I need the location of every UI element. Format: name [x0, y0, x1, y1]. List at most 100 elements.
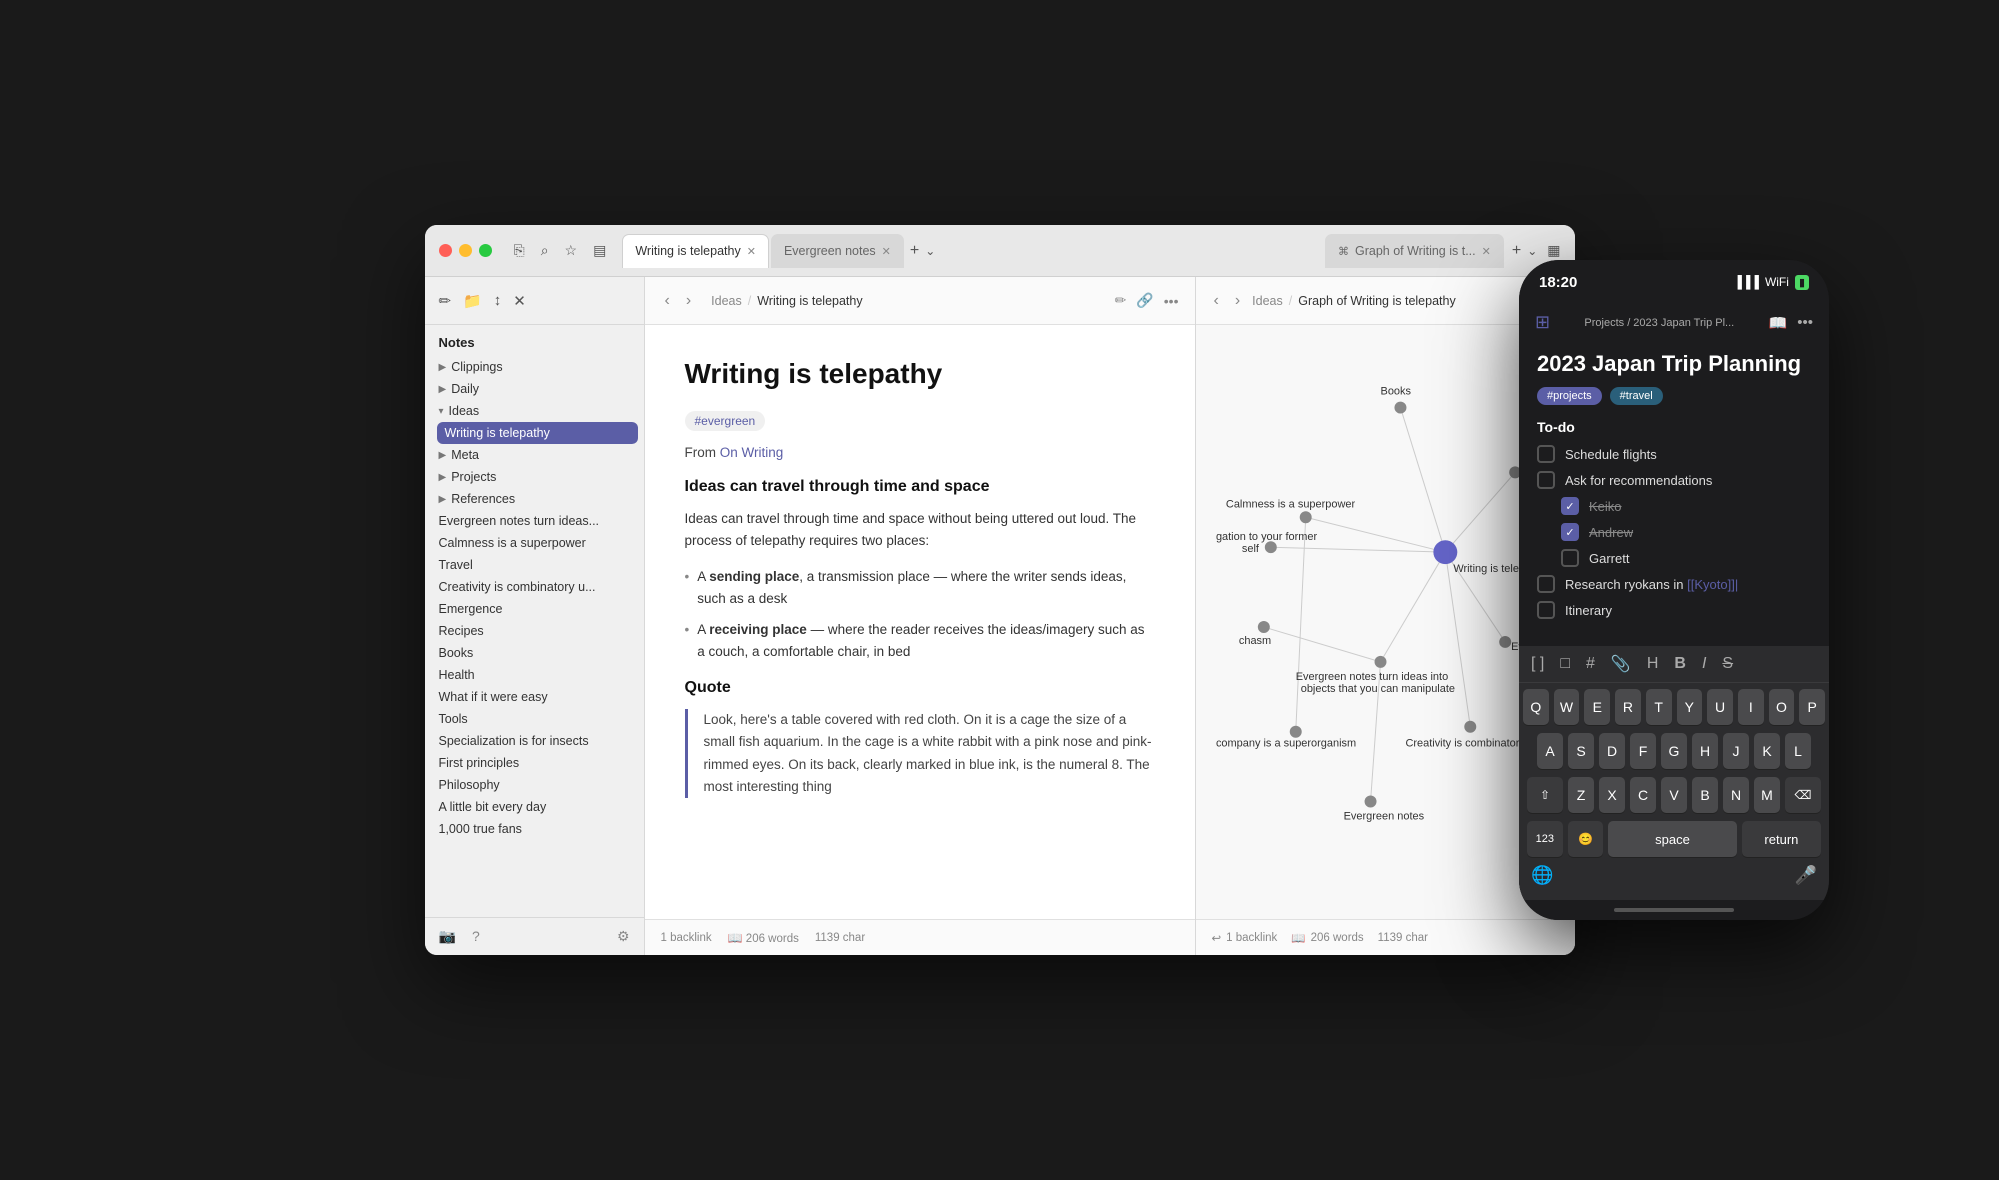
kbd-bracket-icon[interactable]: [ ] — [1531, 655, 1544, 673]
key-y[interactable]: Y — [1677, 689, 1703, 725]
todo-schedule-flights[interactable]: Schedule flights — [1537, 445, 1811, 463]
todo-andrew[interactable]: ✓ Andrew — [1537, 523, 1811, 541]
key-r[interactable]: R — [1615, 689, 1641, 725]
sidebar-item-philosophy[interactable]: Philosophy — [425, 774, 644, 796]
sidebar-item-travel[interactable]: Travel — [425, 554, 644, 576]
key-q[interactable]: Q — [1523, 689, 1549, 725]
key-f[interactable]: F — [1630, 733, 1656, 769]
sort-icon[interactable]: ↕ — [494, 292, 502, 309]
graph-node-everything[interactable] — [1499, 636, 1511, 648]
graph-node-writing[interactable] — [1433, 540, 1457, 564]
search-icon[interactable]: ⌕ — [541, 242, 549, 259]
todo-ryokans[interactable]: Research ryokans in [[Kyoto]]| — [1537, 575, 1811, 593]
todo-checkbox-checked[interactable]: ✓ — [1561, 523, 1579, 541]
todo-checkbox[interactable] — [1537, 471, 1555, 489]
key-x[interactable]: X — [1599, 777, 1625, 813]
sidebar-item-1000fans[interactable]: 1,000 true fans — [425, 818, 644, 840]
sidebar-item-firstprinciples[interactable]: First principles — [425, 752, 644, 774]
graph-node-evernote[interactable] — [1364, 796, 1376, 808]
key-n[interactable]: N — [1723, 777, 1749, 813]
edit-icon[interactable]: ✏ — [1115, 292, 1127, 309]
phone-tag-projects[interactable]: #projects — [1537, 387, 1602, 405]
sidebar-item-evergreen[interactable]: Evergreen notes turn ideas... — [425, 510, 644, 532]
layout-icon[interactable]: ▦ — [1547, 242, 1560, 259]
sidebar-item-health[interactable]: Health — [425, 664, 644, 686]
phone-book-icon[interactable]: 📖 — [1769, 314, 1788, 332]
key-p[interactable]: P — [1799, 689, 1825, 725]
key-t[interactable]: T — [1646, 689, 1672, 725]
folder-open-icon[interactable]: 📁 — [463, 292, 482, 310]
sidebar-item-littlebit[interactable]: A little bit every day — [425, 796, 644, 818]
sidebar-item-tools[interactable]: Tools — [425, 708, 644, 730]
link-icon[interactable]: 🔗 — [1136, 292, 1153, 309]
tab-close-icon[interactable]: ✕ — [747, 245, 756, 258]
todo-checkbox[interactable] — [1561, 549, 1579, 567]
kbd-file-icon[interactable]: □ — [1560, 655, 1570, 673]
key-emoji[interactable]: 😊 — [1568, 821, 1604, 857]
kbd-tag-icon[interactable]: # — [1586, 655, 1595, 673]
todo-recommendations[interactable]: Ask for recommendations — [1537, 471, 1811, 489]
sidebar-settings-icon[interactable]: ⚙ — [617, 928, 630, 945]
kbd-attach-icon[interactable]: 📎 — [1611, 654, 1631, 674]
phone-tag-travel[interactable]: #travel — [1610, 387, 1663, 405]
more-icon[interactable]: ••• — [1164, 293, 1179, 309]
graph-back-button[interactable]: ‹ — [1210, 288, 1223, 314]
graph-forward-button[interactable]: › — [1231, 288, 1244, 314]
graph-node-company[interactable] — [1289, 726, 1301, 738]
key-c[interactable]: C — [1630, 777, 1656, 813]
key-o[interactable]: O — [1769, 689, 1795, 725]
key-shift[interactable]: ⇧ — [1527, 777, 1563, 813]
sidebar-item-recipes[interactable]: Recipes — [425, 620, 644, 642]
backlinks-count[interactable]: 1 backlink — [661, 932, 712, 944]
key-space[interactable]: space — [1608, 821, 1737, 857]
sidebar-item-specialization[interactable]: Specialization is for insects — [425, 730, 644, 752]
key-mic[interactable]: 🎤 — [1795, 865, 1817, 886]
todo-checkbox-checked[interactable]: ✓ — [1561, 497, 1579, 515]
tab-close-icon[interactable]: ✕ — [882, 245, 891, 258]
compose-icon[interactable]: ✏ — [439, 292, 452, 310]
graph-tab-close-icon[interactable]: ✕ — [1482, 245, 1491, 258]
sidebar-camera-icon[interactable]: 📷 — [439, 928, 456, 945]
todo-keiko[interactable]: ✓ Keiko — [1537, 497, 1811, 515]
graph-breadcrumb-parent[interactable]: Ideas — [1252, 294, 1283, 308]
kbd-bold-icon[interactable]: B — [1674, 655, 1686, 673]
sidebar-item-emergence[interactable]: Emergence — [425, 598, 644, 620]
close-button[interactable] — [439, 244, 452, 257]
sidebar-item-clippings[interactable]: ▶ Clippings — [425, 356, 644, 378]
todo-checkbox[interactable] — [1537, 445, 1555, 463]
back-button[interactable]: ‹ — [661, 288, 674, 314]
key-b[interactable]: B — [1692, 777, 1718, 813]
graph-tab-chevron[interactable]: ⌄ — [1527, 244, 1537, 258]
todo-checkbox[interactable] — [1537, 601, 1555, 619]
close-sidebar-icon[interactable]: ✕ — [513, 292, 526, 310]
graph-node-chasm[interactable] — [1257, 621, 1269, 633]
key-123[interactable]: 123 — [1527, 821, 1563, 857]
tab-graph[interactable]: ⌘ Graph of Writing is t... ✕ — [1325, 234, 1504, 268]
key-g[interactable]: G — [1661, 733, 1687, 769]
graph-node-creativity[interactable] — [1464, 721, 1476, 733]
sidebar-item-ideas-group[interactable]: ▾ Ideas — [425, 400, 644, 422]
todo-checkbox[interactable] — [1537, 575, 1555, 593]
tab-evergreen-notes[interactable]: Evergreen notes ✕ — [771, 234, 904, 268]
key-globe[interactable]: 🌐 — [1531, 865, 1553, 886]
breadcrumb-parent[interactable]: Ideas — [711, 294, 742, 308]
key-u[interactable]: U — [1707, 689, 1733, 725]
key-i[interactable]: I — [1738, 689, 1764, 725]
folder-icon[interactable]: ⎘ — [514, 242, 525, 259]
key-j[interactable]: J — [1723, 733, 1749, 769]
graph-node-books[interactable] — [1394, 402, 1406, 414]
sidebar-item-daily[interactable]: ▶ Daily — [425, 378, 644, 400]
todo-garrett[interactable]: Garrett — [1537, 549, 1811, 567]
sidebar-item-writing-telepathy[interactable]: Writing is telepathy — [437, 422, 638, 444]
key-v[interactable]: V — [1661, 777, 1687, 813]
key-s[interactable]: S — [1568, 733, 1594, 769]
kbd-strike-icon[interactable]: S — [1722, 655, 1733, 673]
key-h[interactable]: H — [1692, 733, 1718, 769]
key-d[interactable]: D — [1599, 733, 1625, 769]
phone-more-icon[interactable]: ••• — [1797, 314, 1813, 332]
key-l[interactable]: L — [1785, 733, 1811, 769]
sidebar-icon[interactable]: ▤ — [593, 242, 606, 259]
fullscreen-button[interactable] — [479, 244, 492, 257]
graph-node-evergreen[interactable] — [1374, 656, 1386, 668]
key-delete[interactable]: ⌫ — [1785, 777, 1821, 813]
